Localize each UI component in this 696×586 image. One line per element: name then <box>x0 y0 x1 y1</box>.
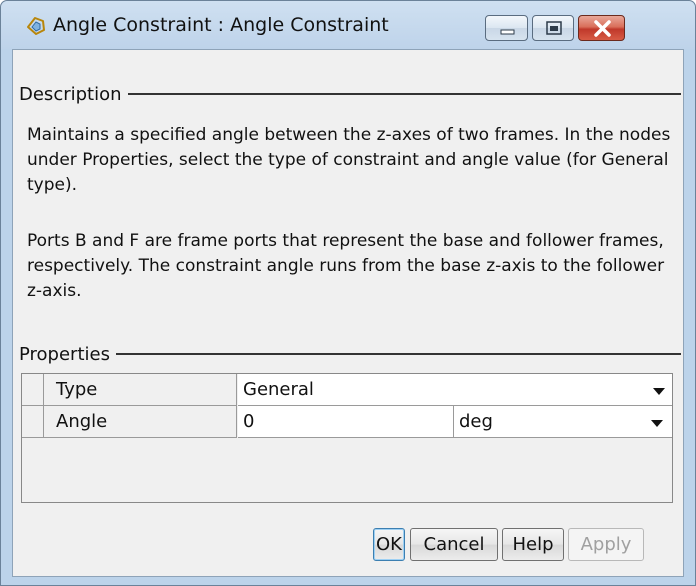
chevron-down-icon[interactable] <box>653 388 665 395</box>
properties-table: Type General Angle 0 deg <box>21 373 673 503</box>
ok-button[interactable]: OK <box>373 528 405 561</box>
cancel-button[interactable]: Cancel <box>410 528 498 561</box>
minimize-button[interactable] <box>485 15 528 41</box>
angle-constraint-icon <box>25 15 47 37</box>
minimize-icon <box>500 29 515 35</box>
properties-header: Properties <box>19 343 110 365</box>
property-label-angle: Angle <box>44 406 237 438</box>
row-header <box>22 374 44 406</box>
description-paragraph-1: Maintains a specified angle between the … <box>27 125 671 195</box>
maximize-icon <box>546 21 562 35</box>
close-button[interactable] <box>578 15 625 41</box>
description-group: Description <box>19 80 681 108</box>
description-divider <box>127 93 681 95</box>
window-title: Angle Constraint : Angle Constraint <box>53 14 389 36</box>
maximize-button[interactable] <box>532 15 574 41</box>
dialog-window: Angle Constraint : Angle Constraint Desc… <box>0 0 696 586</box>
angle-value: 0 <box>243 411 255 432</box>
angle-unit: deg <box>459 411 493 432</box>
help-button[interactable]: Help <box>502 528 564 561</box>
chevron-down-icon[interactable] <box>651 420 663 427</box>
angle-unit-dropdown[interactable]: deg <box>454 406 672 438</box>
row-header <box>22 406 44 438</box>
type-dropdown[interactable]: General <box>238 374 672 406</box>
description-header: Description <box>19 83 122 105</box>
angle-value-field[interactable]: 0 <box>238 406 454 438</box>
property-label-type: Type <box>44 374 237 406</box>
properties-group: Properties <box>19 340 681 368</box>
property-row-type: Type General <box>22 374 672 406</box>
close-icon <box>594 20 611 37</box>
properties-divider <box>115 353 681 355</box>
apply-button: Apply <box>568 528 644 561</box>
dialog-body: Description Maintains a specified angle … <box>12 49 684 577</box>
property-row-angle: Angle 0 deg <box>22 406 672 438</box>
title-bar[interactable]: Angle Constraint : Angle Constraint <box>1 1 695 49</box>
description-paragraph-2: Ports B and F are frame ports that repre… <box>27 231 665 301</box>
type-value: General <box>243 379 314 400</box>
